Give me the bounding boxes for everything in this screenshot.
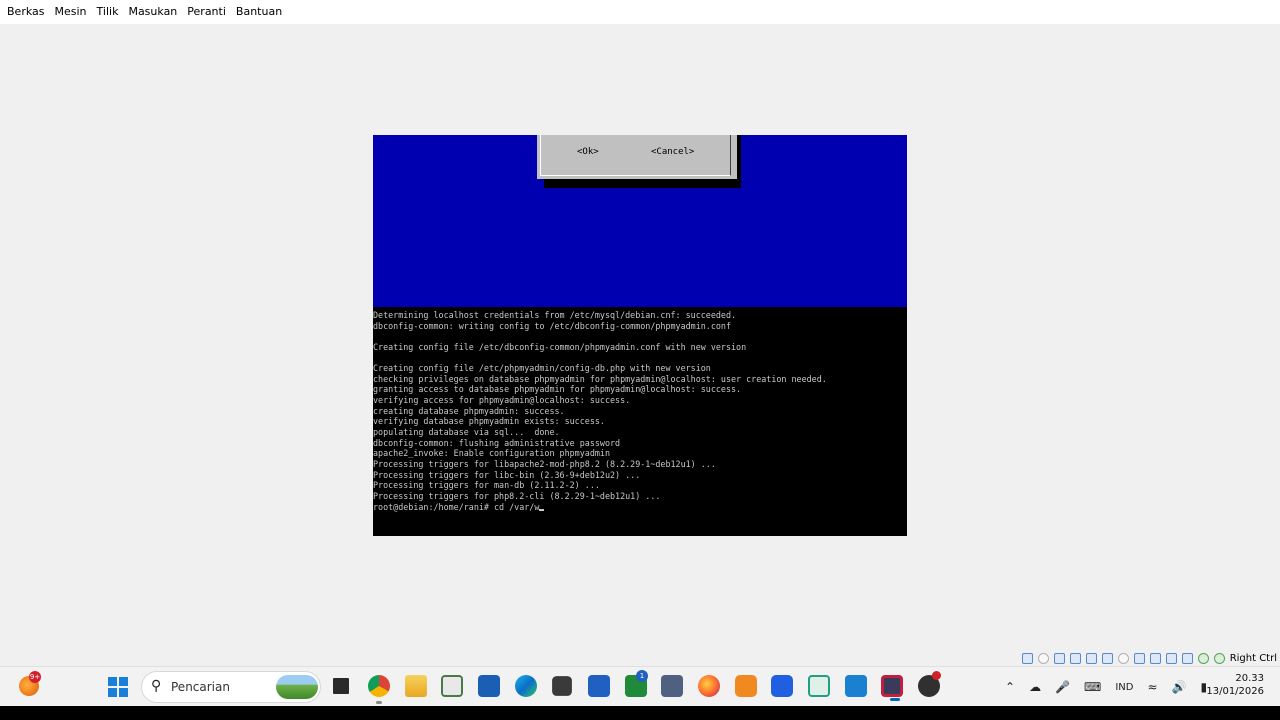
terminal-line: dbconfig-common: writing config to /etc/… — [373, 320, 731, 331]
terminal-line: Processing triggers for libc-bin (2.36-9… — [373, 469, 641, 480]
terminal-line: apache2_invoke: Enable configuration php… — [373, 448, 610, 459]
display-icon[interactable] — [1117, 652, 1129, 664]
network-tool-icon[interactable] — [441, 675, 463, 697]
keyboard-capture-icon[interactable] — [1213, 652, 1225, 664]
mouse-integration-icon[interactable] — [1181, 652, 1193, 664]
weather-widget-icon[interactable]: 9+ — [19, 671, 41, 696]
chrome-icon[interactable] — [368, 675, 390, 704]
clock-date: 13/01/2026 — [1206, 686, 1264, 697]
menu-mesin[interactable]: Mesin — [51, 0, 91, 24]
terminal-line: Processing triggers for php8.2-cli (8.2.… — [373, 490, 661, 501]
terminal-line: Processing triggers for man-db (2.11.2-2… — [373, 480, 600, 491]
edge-icon[interactable] — [515, 675, 537, 697]
system-tray: ⌃ ☁ 🎤 ⌨ IND ≈ 🔊 ▮ — [998, 667, 1214, 707]
audio-icon[interactable] — [1053, 652, 1065, 664]
screen-bottom-edge — [0, 706, 1280, 720]
taskbar-search[interactable]: ⚲ Pencarian — [141, 671, 321, 703]
screen-icon[interactable] — [1149, 652, 1161, 664]
optical-drive-icon[interactable] — [1037, 652, 1049, 664]
ok-button[interactable]: <Ok> — [577, 147, 599, 157]
menu-bantuan[interactable]: Bantuan — [232, 0, 286, 24]
host-key-label: Right Ctrl — [1229, 652, 1277, 664]
cpu-icon[interactable] — [1165, 652, 1177, 664]
terminal-line: Creating config file /etc/phpmyadmin/con… — [373, 363, 711, 374]
taskbar: 9+ ⚲ Pencarian 1 ⌃ ☁ 🎤 ⌨ IND ≈ 🔊 ▮ 20.33… — [0, 666, 1280, 706]
menu-peranti[interactable]: Peranti — [183, 0, 230, 24]
clock-time: 20.33 — [1235, 673, 1264, 684]
terminal-line: granting access to database phpmyadmin f… — [373, 384, 742, 395]
terminal-prompt: root@debian:/home/rani# cd /var/w — [373, 501, 540, 512]
windows-logo-icon — [108, 677, 117, 686]
video-capture-icon[interactable] — [1133, 652, 1145, 664]
unity-hub-icon[interactable] — [552, 676, 572, 696]
search-highlight-image — [276, 675, 318, 699]
remote-desktop-icon[interactable] — [661, 675, 683, 697]
menu-bar: Berkas Mesin Tilik Masukan Peranti Bantu… — [0, 0, 1280, 24]
microsoft-store-icon[interactable] — [478, 675, 500, 697]
windows-logo-icon — [108, 688, 117, 697]
terminal-output[interactable]: Determining localhost credentials from /… — [373, 309, 907, 536]
terminal-line: checking privileges on database phpmyadm… — [373, 373, 827, 384]
terminal-line: verifying access for phpmyadmin@localhos… — [373, 395, 631, 406]
vscode-icon[interactable] — [808, 675, 830, 697]
cancel-button[interactable]: <Cancel> — [651, 147, 694, 157]
task-view-icon[interactable] — [330, 675, 352, 697]
terminal-line: creating database phpmyadmin: success. — [373, 405, 565, 416]
terminal-line: Determining localhost credentials from /… — [373, 310, 737, 320]
terminal-line: dbconfig-common: flushing administrative… — [373, 437, 621, 448]
weather-badge: 9+ — [29, 671, 41, 683]
terminal-line: populating database via sql... done. — [373, 427, 560, 438]
virtualbox-icon[interactable] — [881, 675, 903, 701]
terminal-prompt-line[interactable]: root@debian:/home/rani# cd /var/w — [373, 502, 907, 513]
excel-icon[interactable]: 1 — [625, 670, 648, 697]
excel-badge: 1 — [636, 670, 648, 682]
network-icon[interactable] — [1069, 652, 1081, 664]
photo-app-icon[interactable] — [735, 675, 757, 697]
microphone-icon[interactable]: 🎤 — [1055, 680, 1070, 694]
terminal-line: verifying database phpmyadmin exists: su… — [373, 416, 605, 427]
vt-status-icon[interactable] — [1197, 652, 1209, 664]
onedrive-cloud-icon[interactable]: ☁ — [1029, 680, 1041, 694]
file-explorer-icon[interactable] — [405, 675, 427, 697]
language-indicator[interactable]: IND — [1115, 682, 1133, 693]
usb-icon[interactable] — [1085, 652, 1097, 664]
volume-icon[interactable]: 🔊 — [1172, 680, 1187, 694]
math-app-icon[interactable] — [588, 675, 610, 697]
hard-disk-icon[interactable] — [1021, 652, 1033, 664]
terminal-line: Processing triggers for libapache2-mod-p… — [373, 458, 716, 469]
start-button[interactable] — [108, 677, 128, 697]
terminal-line: Creating config file /etc/dbconfig-commo… — [373, 341, 747, 352]
search-icon: ⚲ — [151, 678, 162, 694]
menu-masukan[interactable]: Masukan — [124, 0, 181, 24]
windows-logo-icon — [119, 688, 128, 697]
dialog-frame — [540, 135, 731, 176]
menu-tilik[interactable]: Tilik — [93, 0, 123, 24]
debconf-dialog: <Ok> <Cancel> — [537, 135, 737, 179]
show-hidden-icons-chevron-icon[interactable]: ⌃ — [1005, 680, 1015, 694]
github-notification-dot — [932, 671, 941, 680]
windows-logo-icon — [119, 677, 128, 686]
search-placeholder: Pencarian — [171, 680, 230, 694]
vm-status-bar: Right Ctrl — [1021, 650, 1280, 666]
vm-screen[interactable]: <Ok> <Cancel> Determining localhost cred… — [373, 135, 907, 536]
roblox-icon[interactable] — [771, 675, 793, 697]
menu-berkas[interactable]: Berkas — [3, 0, 49, 24]
notepad-icon[interactable] — [845, 675, 867, 697]
text-cursor — [539, 508, 545, 511]
shared-folders-icon[interactable] — [1101, 652, 1113, 664]
input-indicator-icon[interactable]: ⌨ — [1084, 680, 1101, 694]
github-desktop-icon[interactable] — [918, 671, 941, 697]
taskbar-clock[interactable]: 20.33 13/01/2026 — [1206, 672, 1264, 698]
wifi-icon[interactable]: ≈ — [1147, 680, 1157, 694]
firefox-icon[interactable] — [698, 675, 720, 697]
